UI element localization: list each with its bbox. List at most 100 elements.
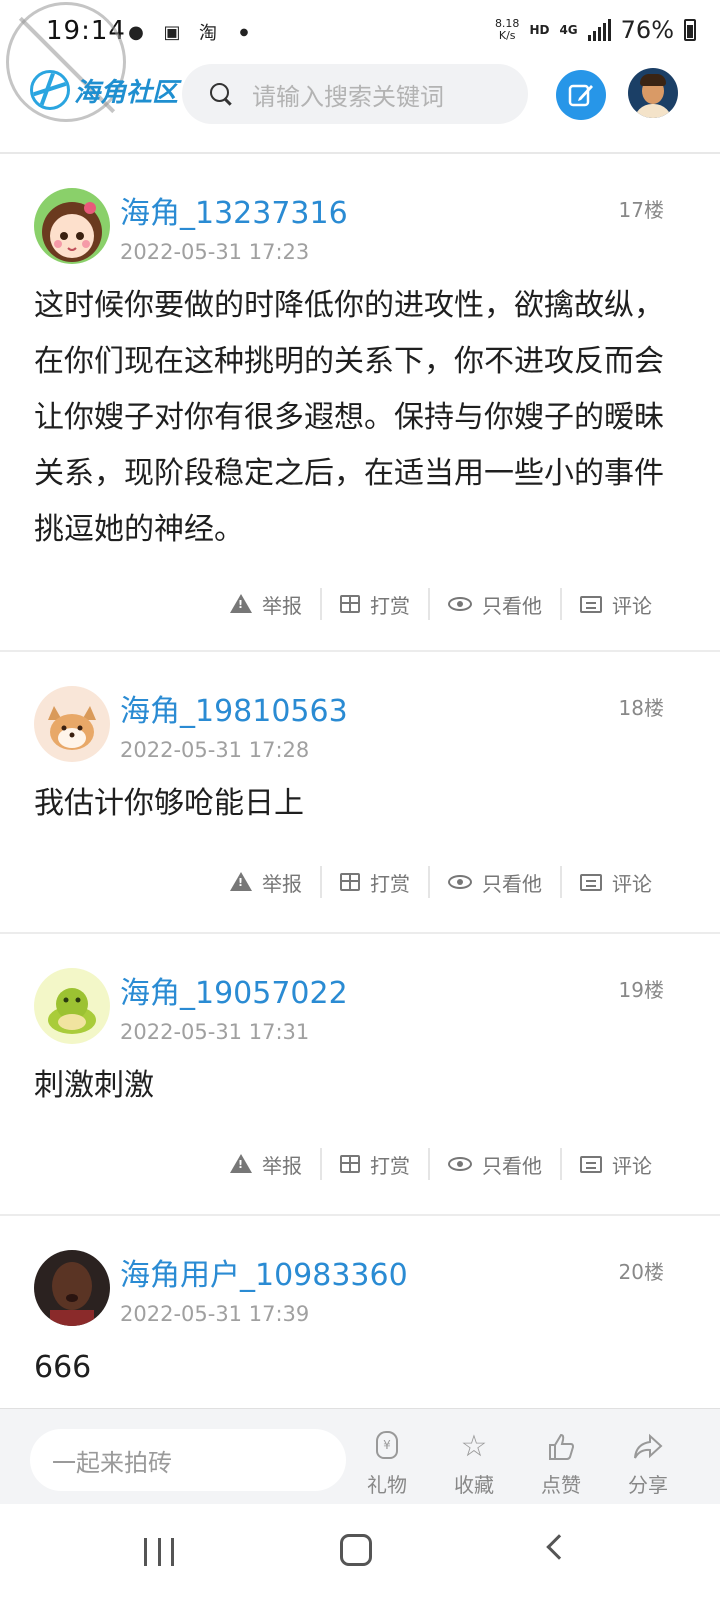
gift-icon (340, 873, 360, 891)
compose-button[interactable] (556, 70, 606, 120)
comment-button[interactable]: 评论 (560, 866, 670, 898)
eye-icon (448, 1157, 472, 1171)
comment-input[interactable]: 一起来拍砖 (30, 1429, 346, 1491)
network-type: 4G (559, 23, 578, 37)
only-him-button[interactable]: 只看他 (428, 866, 560, 898)
shiba-dog-avatar-icon (34, 686, 110, 762)
battery-percent: 76% (620, 16, 674, 44)
reply-avatar[interactable] (34, 1250, 110, 1326)
notification-icons: ● ▣ 淘 ● (124, 20, 256, 45)
back-button[interactable] (546, 1534, 572, 1560)
only-him-label: 只看他 (482, 593, 542, 618)
recents-button[interactable] (144, 1538, 174, 1566)
reply-floor: 20楼 (618, 1260, 664, 1284)
only-him-button[interactable]: 只看他 (428, 1148, 560, 1180)
eye-icon (448, 597, 472, 611)
report-label: 举报 (262, 1153, 302, 1178)
report-label: 举报 (262, 871, 302, 896)
net-speed: 8.18 K/s (495, 18, 520, 42)
report-label: 举报 (262, 593, 302, 618)
only-him-button[interactable]: 只看他 (428, 588, 560, 620)
reply-username[interactable]: 海角_13237316 (120, 188, 348, 232)
reply-actions: 举报 打赏 只看他 评论 (0, 558, 720, 650)
gift-label: 礼物 (367, 1473, 407, 1497)
only-him-label: 只看他 (482, 1153, 542, 1178)
reward-button[interactable]: 打赏 (320, 588, 428, 620)
reply-time: 2022-05-31 17:39 (120, 1302, 310, 1326)
money-bag-icon: ¥ (376, 1431, 398, 1459)
gift-icon (340, 595, 360, 613)
report-button[interactable]: 举报 (212, 1148, 320, 1180)
gallery-icon: ▣ (163, 21, 181, 43)
like-button[interactable]: 点赞 (526, 1431, 596, 1498)
search-placeholder: 请输入搜索关键词 (252, 82, 444, 111)
search-icon (208, 81, 234, 107)
only-him-label: 只看他 (482, 871, 542, 896)
comment-button[interactable]: 评论 (560, 1148, 670, 1180)
edit-icon (568, 84, 593, 107)
app-logo[interactable]: 海角社区 (30, 70, 178, 110)
thumbs-up-icon (549, 1433, 575, 1460)
app-header: 海角社区 请输入搜索关键词 (0, 2, 720, 154)
hd-indicator: HD (529, 23, 550, 37)
reply-username[interactable]: 海角用户_10983360 (120, 1250, 408, 1294)
reply-actions: 举报 打赏 只看他 评论 (0, 1114, 720, 1214)
globe-logo-icon (30, 70, 70, 110)
comment-label: 评论 (612, 593, 652, 618)
favorite-label: 收藏 (454, 1473, 494, 1497)
report-button[interactable]: 举报 (212, 866, 320, 898)
message-icon: ● (128, 21, 144, 43)
star-icon: ☆ (460, 1429, 488, 1464)
system-nav-bar (0, 1504, 720, 1600)
reply-content: 这时候你要做的时降低你的进攻性，欲擒故纵，在你们现在这种挑明的关系下，你不进攻反… (34, 288, 664, 547)
reply-content: 刺激刺激 (34, 1068, 154, 1103)
eye-icon (448, 875, 472, 889)
comment-label: 评论 (612, 871, 652, 896)
share-label: 分享 (628, 1473, 668, 1497)
comment-button[interactable]: 评论 (560, 588, 670, 620)
share-button[interactable]: 分享 (613, 1431, 683, 1498)
avatar-hair (640, 74, 666, 86)
comment-icon (580, 1155, 602, 1173)
green-snake-avatar-icon (34, 968, 110, 1044)
signal-icon (587, 19, 611, 41)
avatar-body (634, 104, 672, 118)
reply-username[interactable]: 海角_19057022 (120, 968, 348, 1012)
warning-icon (230, 593, 252, 613)
reply-content: 666 (34, 1350, 92, 1385)
reward-button[interactable]: 打赏 (320, 866, 428, 898)
search-input[interactable]: 请输入搜索关键词 (182, 64, 528, 124)
reply-time: 2022-05-31 17:31 (120, 1020, 310, 1044)
home-button[interactable] (340, 1534, 372, 1566)
dot-icon: ● (239, 26, 249, 38)
comment-icon (580, 873, 602, 891)
comment-bar: 一起来拍砖 ¥ 礼物 ☆ 收藏 点赞 分享 (0, 1408, 720, 1504)
man-photo-avatar-icon (34, 1250, 110, 1326)
reply-avatar[interactable] (34, 686, 110, 762)
logo-text: 海角社区 (74, 77, 179, 108)
reply-item: 海角_19810563 18楼 2022-05-31 17:28 我估计你够呛能… (0, 652, 720, 934)
net-speed-unit: K/s (498, 29, 516, 42)
warning-icon (230, 871, 252, 891)
reward-button[interactable]: 打赏 (320, 1148, 428, 1180)
comment-icon (580, 595, 602, 613)
reply-time: 2022-05-31 17:28 (120, 738, 310, 762)
reply-item: 海角_13237316 17楼 2022-05-31 17:23 这时候你要做的… (0, 154, 720, 652)
gift-button[interactable]: ¥ 礼物 (352, 1431, 422, 1498)
comment-label: 评论 (612, 1153, 652, 1178)
reply-floor: 18楼 (618, 696, 664, 720)
reward-label: 打赏 (370, 1153, 410, 1178)
taobao-icon: 淘 (199, 23, 217, 44)
favorite-button[interactable]: ☆ 收藏 (439, 1431, 509, 1498)
reply-avatar[interactable] (34, 188, 110, 264)
reply-list[interactable]: 海角_13237316 17楼 2022-05-31 17:23 这时候你要做的… (0, 154, 720, 1408)
like-label: 点赞 (541, 1473, 581, 1497)
reply-avatar[interactable] (34, 968, 110, 1044)
reply-username[interactable]: 海角_19810563 (120, 686, 348, 730)
user-avatar[interactable] (628, 68, 678, 118)
reply-floor: 19楼 (618, 978, 664, 1002)
warning-icon (230, 1153, 252, 1173)
battery-icon (684, 19, 696, 41)
reward-label: 打赏 (370, 871, 410, 896)
report-button[interactable]: 举报 (212, 588, 320, 620)
